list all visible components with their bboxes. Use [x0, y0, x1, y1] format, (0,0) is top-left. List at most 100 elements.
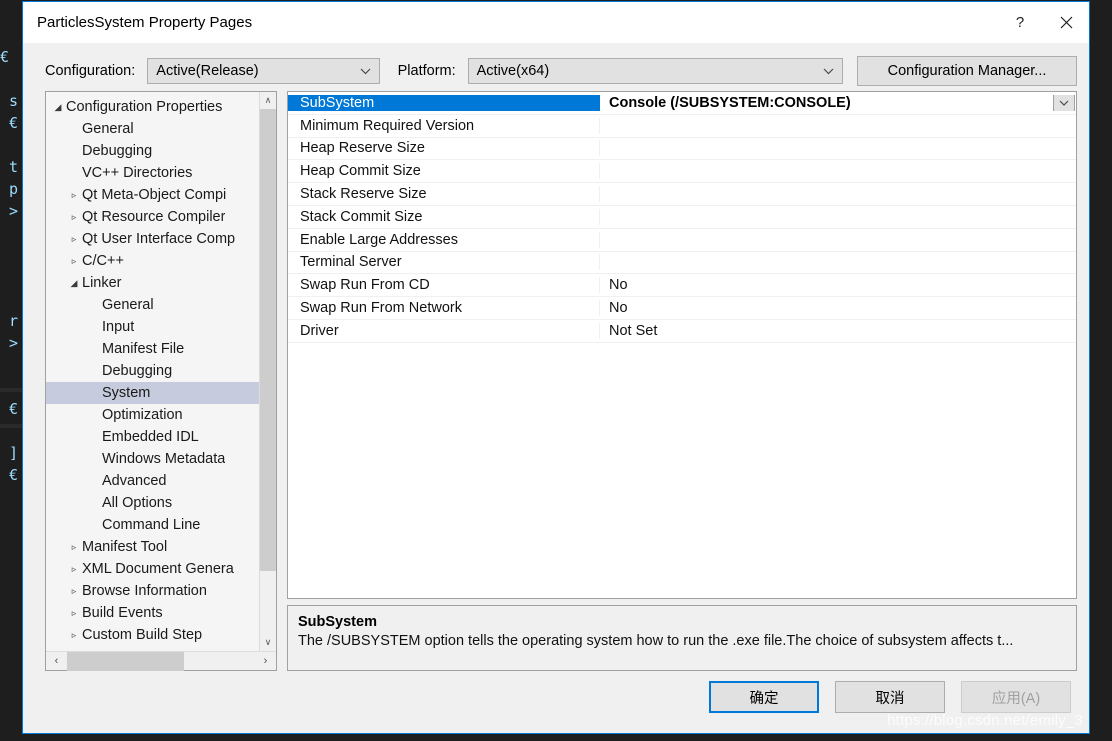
tree-item-build-events[interactable]: ▹ Build Events: [46, 602, 259, 624]
tree-vscroll-track[interactable]: [259, 109, 276, 634]
description-pane: SubSystem The /SUBSYSTEM option tells th…: [287, 605, 1077, 671]
tree-item-vc-directories[interactable]: VC++ Directories: [46, 162, 259, 184]
property-row[interactable]: Heap Commit Size: [288, 160, 1076, 184]
property-pages-dialog: ParticlesSystem Property Pages ? Configu…: [22, 1, 1090, 734]
chevron-down-icon: [360, 63, 371, 79]
tree-item-windows-metadata[interactable]: Windows Metadata: [46, 448, 259, 470]
tree-item-input[interactable]: Input: [46, 316, 259, 338]
tree-vscroll-thumb[interactable]: [259, 109, 276, 571]
property-row[interactable]: Swap Run From Network No: [288, 297, 1076, 320]
scroll-right-icon[interactable]: ›: [255, 652, 276, 671]
property-value[interactable]: No: [600, 277, 1076, 293]
tree-item-system[interactable]: System: [46, 382, 259, 404]
tree-item-configuration-properties[interactable]: ◢ Configuration Properties: [46, 96, 259, 118]
property-name: Stack Reserve Size: [288, 186, 600, 203]
tree-item-c-c[interactable]: ▹ C/C++: [46, 250, 259, 272]
dialog-body: ◢ Configuration Properties General Debuggin…: [23, 91, 1089, 671]
property-row[interactable]: Heap Reserve Size: [288, 138, 1076, 161]
tree-item-label: Browse Information: [82, 583, 207, 599]
description-title: SubSystem: [298, 614, 377, 630]
tree-item-command-line[interactable]: Command Line: [46, 514, 259, 536]
tree-item-qt-resource-compiler[interactable]: ▹ Qt Resource Compiler: [46, 206, 259, 228]
collapsed-arrow-icon[interactable]: ▹: [66, 608, 82, 619]
tree-item-qt-user-interface-comp[interactable]: ▹ Qt User Interface Comp: [46, 228, 259, 250]
collapsed-arrow-icon[interactable]: ▹: [66, 630, 82, 641]
property-value-dropdown-button[interactable]: [1053, 94, 1075, 111]
tree-item-general[interactable]: General: [46, 118, 259, 140]
configuration-label: Configuration:: [45, 63, 136, 79]
property-row[interactable]: Terminal Server: [288, 252, 1076, 275]
tree-item-browse-information[interactable]: ▹ Browse Information: [46, 580, 259, 602]
tree-item-label: Debugging: [102, 363, 173, 379]
tree-item-custom-build-step[interactable]: ▹ Custom Build Step: [46, 624, 259, 646]
tree-hscroll-track[interactable]: [67, 651, 255, 671]
property-value-text: No: [609, 300, 628, 317]
property-value-text: No: [609, 277, 628, 294]
property-row[interactable]: SubSystem Console (/SUBSYSTEM:CONSOLE): [288, 92, 1076, 115]
collapsed-arrow-icon[interactable]: ▹: [66, 586, 82, 597]
tree-item-debugging[interactable]: Debugging: [46, 140, 259, 162]
scroll-down-icon[interactable]: ∨: [259, 634, 276, 651]
apply-button: 应用(A): [961, 681, 1071, 713]
property-value-text: Console (/SUBSYSTEM:CONSOLE): [609, 94, 851, 111]
property-name: Terminal Server: [288, 254, 600, 271]
property-row[interactable]: Swap Run From CD No: [288, 274, 1076, 298]
tree-scroll-area: ◢ Configuration Properties General Debuggin…: [46, 92, 276, 651]
tree-item-embedded-idl[interactable]: Embedded IDL: [46, 426, 259, 448]
configuration-properties-tree[interactable]: ◢ Configuration Properties General Debuggin…: [46, 92, 259, 651]
tree-item-xml-document-genera[interactable]: ▹ XML Document Genera: [46, 558, 259, 580]
configuration-select[interactable]: Active(Release): [147, 58, 380, 84]
property-name: Driver: [288, 322, 600, 339]
tree-item-label: XML Document Genera: [82, 561, 234, 577]
chevron-down-icon: [1059, 100, 1069, 106]
tree-item-general[interactable]: General: [46, 294, 259, 316]
collapsed-arrow-icon[interactable]: ▹: [66, 234, 82, 245]
tree-horizontal-scrollbar[interactable]: ‹ ›: [46, 651, 276, 671]
property-value[interactable]: No: [600, 300, 1076, 316]
tree-item-advanced[interactable]: Advanced: [46, 470, 259, 492]
ok-button[interactable]: 确定: [709, 681, 819, 713]
tree-item-manifest-file[interactable]: Manifest File: [46, 338, 259, 360]
property-row[interactable]: Driver Not Set: [288, 320, 1076, 343]
property-row[interactable]: Stack Commit Size: [288, 206, 1076, 229]
tree-item-optimization[interactable]: Optimization: [46, 404, 259, 426]
cancel-button[interactable]: 取消: [835, 681, 945, 713]
configuration-manager-button[interactable]: Configuration Manager...: [857, 56, 1077, 86]
properties-tree-panel: ◢ Configuration Properties General Debuggin…: [45, 91, 277, 671]
scroll-up-icon[interactable]: ∧: [259, 92, 276, 109]
property-row[interactable]: Stack Reserve Size: [288, 183, 1076, 206]
tree-item-label: Input: [102, 319, 135, 335]
tree-item-linker[interactable]: ◢ Linker: [46, 272, 259, 294]
property-area: SubSystem Console (/SUBSYSTEM:CONSOLE) Min…: [287, 91, 1077, 671]
property-value[interactable]: Console (/SUBSYSTEM:CONSOLE): [600, 94, 1076, 111]
tree-item-manifest-tool[interactable]: ▹ Manifest Tool: [46, 536, 259, 558]
tree-item-label: Qt Resource Compiler: [82, 209, 226, 225]
collapsed-arrow-icon[interactable]: ▹: [66, 256, 82, 267]
collapsed-arrow-icon[interactable]: ▹: [66, 212, 82, 223]
tree-item-all-options[interactable]: All Options: [46, 492, 259, 514]
expanded-arrow-icon[interactable]: ◢: [50, 102, 66, 113]
tree-item-label: VC++ Directories: [82, 165, 193, 181]
description-text: The /SUBSYSTEM option tells the operatin…: [298, 633, 1014, 649]
tree-item-qt-meta-object-compi[interactable]: ▹ Qt Meta-Object Compi: [46, 184, 259, 206]
property-row[interactable]: Enable Large Addresses: [288, 229, 1076, 252]
property-grid[interactable]: SubSystem Console (/SUBSYSTEM:CONSOLE) Min…: [287, 91, 1077, 599]
tree-item-debugging[interactable]: Debugging: [46, 360, 259, 382]
collapsed-arrow-icon[interactable]: ▹: [66, 190, 82, 201]
collapsed-arrow-icon[interactable]: ▹: [66, 542, 82, 553]
platform-select[interactable]: Active(x64): [467, 58, 843, 84]
tree-item-label: Manifest Tool: [82, 539, 168, 555]
collapsed-arrow-icon[interactable]: ▹: [66, 564, 82, 575]
property-row[interactable]: Minimum Required Version: [288, 115, 1076, 138]
help-icon[interactable]: ?: [997, 2, 1043, 43]
backdrop-code-text: € s € t p > r > € ] €: [0, 48, 19, 484]
property-value[interactable]: Not Set: [600, 323, 1076, 339]
close-icon[interactable]: [1043, 2, 1089, 43]
expanded-arrow-icon[interactable]: ◢: [66, 278, 82, 289]
dialog-footer: 确定 取消 应用(A) https://blog.csdn.net/emily_…: [23, 669, 1089, 733]
tree-hscroll-thumb[interactable]: [67, 651, 184, 671]
tree-item-label: Custom Build Step: [82, 627, 203, 643]
scroll-left-icon[interactable]: ‹: [46, 652, 67, 671]
property-name: Stack Commit Size: [288, 208, 600, 225]
tree-vertical-scrollbar[interactable]: ∧ ∨: [259, 92, 276, 651]
